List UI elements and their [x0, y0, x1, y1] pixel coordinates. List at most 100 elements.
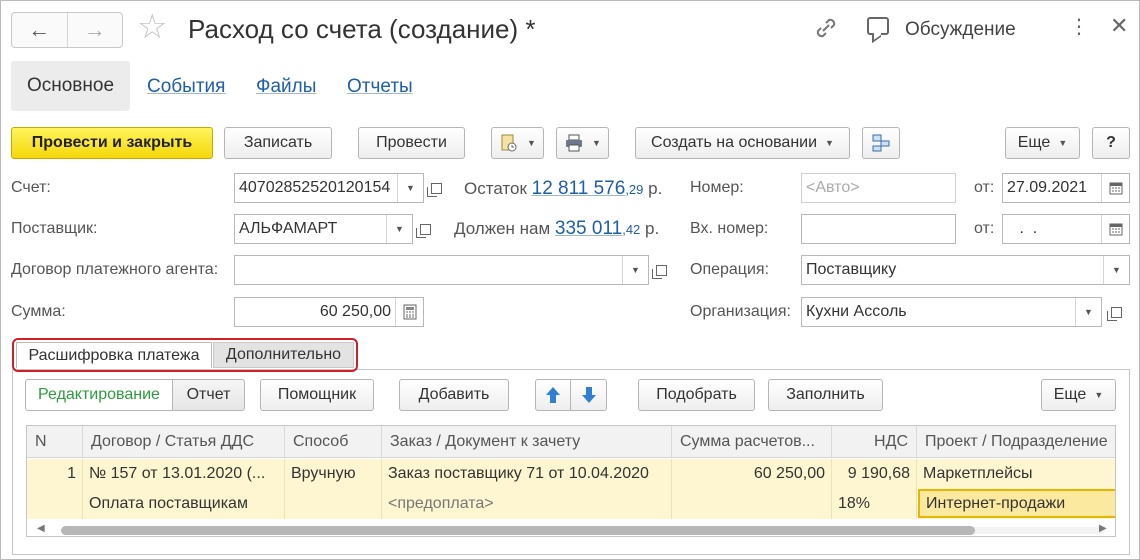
payment-table[interactable]: N Договор / Статья ДДС Способ Заказ / До… [26, 425, 1116, 537]
balance-amount[interactable]: 12 811 576 [532, 178, 626, 199]
column-header-amount[interactable]: Сумма расчетов... [672, 426, 832, 458]
cell-vat-rate[interactable]: 18% [832, 489, 917, 519]
cell-contract[interactable]: № 157 от 13.01.2020 (... [83, 459, 285, 489]
cell-order[interactable]: Заказ поставщику 71 от 10.04.2020 [382, 459, 672, 489]
section-link-events[interactable]: События [147, 76, 225, 98]
incoming-date-value: . . [1015, 220, 1038, 237]
supplier-value: АЛЬФАМАРТ [239, 220, 338, 237]
print-menu-button[interactable]: ▼ [556, 127, 609, 159]
account-value: 40702852520120154 [239, 179, 391, 196]
calendar-icon[interactable] [1101, 174, 1129, 202]
number-field[interactable]: <Авто> [801, 173, 956, 203]
column-header-method[interactable]: Способ [285, 426, 382, 458]
panel-more-button[interactable]: Еще ▼ [1041, 379, 1116, 411]
supplier-field[interactable]: АЛЬФАМАРТ ▼ [234, 214, 413, 244]
horizontal-scrollbar[interactable]: ◀ ▶ [27, 522, 1115, 536]
debt-amount[interactable]: 335 011 [555, 218, 622, 239]
incoming-number-field[interactable] [801, 214, 956, 244]
structure-button[interactable] [862, 127, 900, 159]
cell-project[interactable]: Маркетплейсы [917, 459, 1115, 489]
fill-button[interactable]: Заполнить [768, 379, 883, 411]
forward-arrow-icon[interactable]: → [66, 13, 123, 47]
section-link-reports[interactable]: Отчеты [347, 76, 413, 98]
incoming-date-field[interactable]: . . [1002, 214, 1130, 244]
discussion-icon[interactable] [867, 17, 889, 35]
mode-edit-button[interactable]: Редактирование [25, 379, 173, 411]
chevron-down-icon[interactable]: ▼ [622, 256, 648, 284]
chevron-down-icon[interactable]: ▼ [386, 215, 412, 243]
open-account-icon[interactable] [424, 174, 448, 202]
open-agent-contract-icon[interactable] [649, 256, 673, 284]
date-value: 27.09.2021 [1007, 179, 1088, 196]
chevron-down-icon[interactable]: ▼ [1103, 256, 1129, 284]
pick-button[interactable]: Подобрать [638, 379, 755, 411]
move-up-button[interactable] [535, 379, 571, 411]
column-header-contract[interactable]: Договор / Статья ДДС [83, 426, 285, 458]
number-placeholder: <Авто> [806, 179, 860, 196]
sum-value: 60 250,00 [319, 303, 391, 320]
account-field[interactable]: 40702852520120154 ▼ [234, 173, 424, 203]
cell-method[interactable]: Вручную [285, 459, 382, 489]
calculator-icon[interactable] [395, 298, 423, 326]
mode-report-button[interactable]: Отчет [173, 379, 245, 411]
scroll-thumb[interactable] [61, 526, 975, 535]
more-menu-icon[interactable]: ⋮ [1069, 17, 1089, 37]
column-header-n[interactable]: N [27, 426, 83, 458]
favorite-star-icon[interactable]: ☆ [137, 10, 167, 44]
agent-contract-field[interactable]: ▼ [234, 255, 649, 285]
debt-currency: р. [645, 219, 660, 238]
balance-kop: ,29 [625, 182, 644, 197]
post-and-close-button[interactable]: Провести и закрыть [11, 127, 213, 159]
section-link-files[interactable]: Файлы [256, 76, 316, 98]
scroll-right-icon[interactable]: ▶ [1099, 523, 1107, 534]
operation-field[interactable]: Поставщику ▼ [801, 255, 1130, 285]
create-based-on-button[interactable]: Создать на основании ▼ [635, 127, 850, 159]
open-supplier-icon[interactable] [413, 215, 437, 243]
cell-vat[interactable]: 9 190,68 [832, 459, 917, 489]
section-tab-main[interactable]: Основное [11, 61, 130, 111]
chevron-down-icon[interactable]: ▼ [397, 174, 423, 202]
balance-currency: р. [648, 179, 663, 198]
debt-kop: ,42 [622, 222, 641, 237]
more-button[interactable]: Еще ▼ [1005, 127, 1080, 159]
organization-field[interactable]: Кухни Ассоль ▼ [801, 297, 1102, 327]
move-down-button[interactable] [571, 379, 607, 411]
assistant-button[interactable]: Помощник [260, 379, 374, 411]
cell-amount[interactable]: 60 250,00 [672, 459, 832, 489]
column-header-vat[interactable]: НДС [832, 426, 917, 458]
incoming-date-label: от: [974, 220, 995, 237]
sum-field[interactable]: 60 250,00 [234, 297, 424, 327]
cell-method-empty [285, 489, 382, 519]
account-label: Счет: [11, 179, 51, 196]
cell-department[interactable]: Интернет-продажи [918, 489, 1115, 518]
post-button[interactable]: Провести [358, 127, 465, 159]
help-button[interactable]: ? [1092, 127, 1130, 159]
debt-info: Должен нам 335 011,42 р. [454, 218, 659, 240]
cell-amount-empty [672, 489, 832, 519]
column-header-project[interactable]: Проект / Подразделение [917, 426, 1115, 458]
add-row-button[interactable]: Добавить [399, 379, 509, 411]
open-organization-icon[interactable] [1104, 298, 1128, 326]
scroll-left-icon[interactable]: ◀ [37, 523, 45, 534]
cell-cash-flow-item[interactable]: Оплата поставщикам [83, 489, 285, 519]
debt-label: Должен нам [454, 219, 551, 238]
close-icon[interactable]: ✕ [1110, 15, 1128, 37]
printer-icon [566, 134, 583, 152]
row-number[interactable]: 1 [27, 459, 83, 489]
create-based-on-label: Создать на основании [651, 134, 818, 151]
date-field[interactable]: 27.09.2021 [1002, 173, 1130, 203]
discussion-button[interactable]: Обсуждение [905, 19, 1016, 41]
documents-menu-button[interactable]: ▼ [491, 127, 544, 159]
column-header-order[interactable]: Заказ / Документ к зачету [382, 426, 672, 458]
balance-label: Остаток [464, 179, 527, 198]
more-button-label: Еще [1017, 134, 1051, 151]
link-icon[interactable] [813, 15, 839, 48]
calendar-icon[interactable] [1101, 215, 1129, 243]
supplier-label: Поставщик: [11, 220, 98, 237]
cell-offset-document[interactable]: <предоплата> [382, 489, 672, 519]
chevron-down-icon[interactable]: ▼ [1075, 298, 1101, 326]
arrow-down-icon [581, 387, 596, 403]
navigation-buttons: ← → [11, 12, 123, 48]
back-arrow-icon[interactable]: ← [12, 13, 67, 47]
save-button[interactable]: Записать [224, 127, 332, 159]
